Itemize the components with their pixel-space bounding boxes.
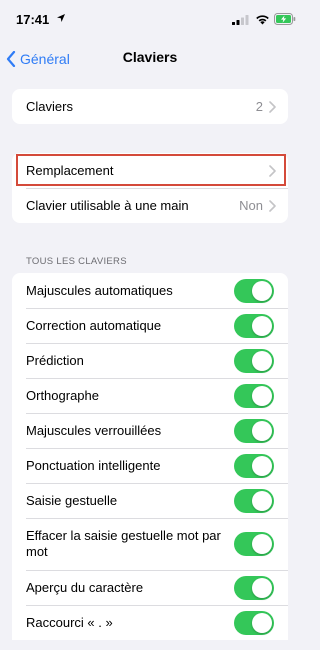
- toggle-row: Orthographe: [12, 378, 288, 413]
- toggle-row-label: Majuscules automatiques: [26, 283, 173, 298]
- predictive-toggle[interactable]: [234, 348, 274, 373]
- chevron-right-icon: [269, 164, 276, 177]
- toggle-knob: [252, 490, 272, 511]
- toggle-knob: [252, 385, 272, 406]
- one-handed-keyboard-label: Clavier utilisable à une main: [26, 198, 189, 213]
- delete-slide-word-toggle[interactable]: [234, 532, 274, 556]
- toggle-knob: [252, 534, 272, 554]
- all-keyboards-group: Majuscules automatiques Correction autom…: [12, 273, 288, 640]
- toggle-knob: [252, 577, 272, 598]
- toggle-row-label: Majuscules verrouillées: [26, 423, 162, 438]
- keyboards-row-label: Claviers: [26, 99, 73, 114]
- status-bar: 17:41: [0, 0, 300, 40]
- toggle-knob: [252, 350, 272, 371]
- chevron-right-icon: [269, 100, 276, 113]
- toggle-knob: [252, 420, 272, 441]
- toggle-row-label: Ponctuation intelligente: [26, 458, 161, 473]
- caps-lock-toggle[interactable]: [234, 418, 274, 443]
- toggle-row-label: Correction automatique: [26, 318, 162, 333]
- replacement-group: Remplacement Clavier utilisable à une ma…: [12, 153, 288, 223]
- one-handed-keyboard-value: Non: [239, 198, 263, 213]
- toggle-row: Correction automatique: [12, 308, 288, 343]
- battery-charging-icon: [274, 13, 296, 25]
- toggle-knob: [252, 612, 272, 633]
- toggle-row: Effacer la saisie gestuelle mot par mot: [12, 518, 288, 570]
- toggle-row-label: Orthographe: [26, 388, 99, 403]
- toggle-row-label: Aperçu du caractère: [26, 580, 144, 595]
- section-header: TOUS LES CLAVIERS: [26, 256, 127, 267]
- toggle-row: Majuscules verrouillées: [12, 413, 288, 448]
- toggle-row: Aperçu du caractère: [12, 570, 288, 605]
- auto-capitalization-toggle[interactable]: [234, 278, 274, 303]
- spell-check-toggle[interactable]: [234, 383, 274, 408]
- smart-punctuation-toggle[interactable]: [234, 453, 274, 478]
- toggle-row-label: Effacer la saisie gestuelle mot par mot: [26, 528, 221, 559]
- toggle-knob: [252, 280, 272, 301]
- keyboards-count: 2: [255, 99, 263, 114]
- toggle-knob: [252, 315, 272, 336]
- keyboards-group: Claviers 2: [12, 89, 288, 124]
- auto-correction-toggle[interactable]: [234, 313, 274, 338]
- toggle-knob: [252, 455, 272, 476]
- character-preview-toggle[interactable]: [234, 575, 274, 600]
- chevron-right-icon: [269, 199, 276, 212]
- toggle-row: Raccourci « . »: [12, 605, 288, 640]
- toggle-row-label: Saisie gestuelle: [26, 493, 118, 508]
- toggle-row-label: Prédiction: [26, 353, 84, 368]
- location-arrow-icon: [57, 14, 65, 22]
- page-title: Claviers: [122, 49, 178, 65]
- one-handed-keyboard-row[interactable]: Clavier utilisable à une main Non: [12, 188, 288, 223]
- toggle-row: Prédiction: [12, 343, 288, 378]
- status-time: 17:41: [16, 12, 50, 27]
- nav-bar: Général Claviers: [0, 40, 300, 76]
- wifi-icon: [256, 15, 269, 25]
- cellular-signal-icon: [232, 15, 249, 25]
- slide-to-type-toggle[interactable]: [234, 488, 274, 513]
- toggle-row: Majuscules automatiques: [12, 273, 288, 308]
- toggle-row: Saisie gestuelle: [12, 483, 288, 518]
- replacement-row[interactable]: Remplacement: [12, 153, 288, 188]
- replacement-row-label: Remplacement: [26, 163, 114, 178]
- toggle-row: Ponctuation intelligente: [12, 448, 288, 483]
- period-shortcut-toggle[interactable]: [234, 610, 274, 635]
- toggle-row-label: Raccourci « . »: [26, 615, 113, 630]
- keyboards-row[interactable]: Claviers 2: [12, 89, 288, 124]
